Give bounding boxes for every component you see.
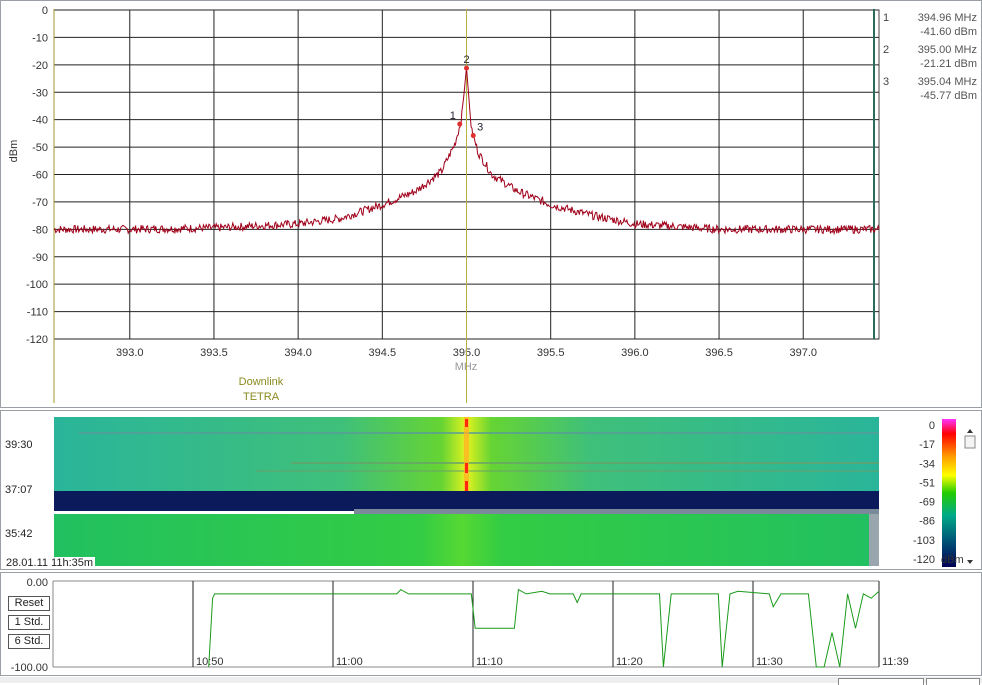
scroll-down-arrow-icon[interactable]: [967, 560, 973, 564]
marker-label: 1: [450, 110, 456, 122]
timeline-chart[interactable]: 10:50 11:00 11:10 11:20 11:30 11:39 0.00 -100…: [1, 573, 981, 675]
marker-readout-freq: 395.04 MHz: [918, 76, 977, 88]
y-tick-label: -100: [26, 279, 48, 291]
y-tick-label: -60: [32, 170, 48, 182]
marker-readout-level: -41.60 dBm: [920, 26, 977, 38]
colorbar-tick-label: -51: [919, 477, 935, 489]
colorbar-tick-label: -69: [919, 497, 935, 509]
waterfall-carrier-hot: [465, 463, 468, 473]
waterfall-gray-band: [354, 509, 879, 514]
colorbar: [942, 419, 956, 567]
waterfall-scrollbar[interactable]: [964, 427, 976, 567]
status-field[interactable]: [838, 678, 924, 685]
colorbar-tick-label: -34: [919, 458, 935, 470]
marker-readout-level: -21.21 dBm: [920, 58, 977, 70]
colorbar-unit: dBm: [941, 554, 964, 566]
x-tick-label: 396.0: [621, 347, 649, 359]
y-tick-label: -20: [32, 60, 48, 72]
waterfall-time-label: 39:30: [5, 439, 33, 451]
waterfall-carrier-hot: [465, 481, 468, 491]
waterfall-carrier-hot: [465, 419, 468, 427]
x-tick-label: 394.5: [369, 347, 397, 359]
waterfall-dark-band: [54, 491, 879, 511]
marker-label: 2: [463, 54, 469, 66]
waterfall-timestamp: 28.01.11 11h:35m: [4, 557, 96, 569]
y-axis-label: dBm: [8, 140, 20, 163]
scroll-up-arrow-icon[interactable]: [967, 429, 973, 433]
marker-point[interactable]: [464, 65, 469, 71]
timeline-tick-label: 11:00: [336, 656, 363, 668]
x-tick-label: 397.0: [789, 347, 817, 359]
reset-button[interactable]: Reset: [8, 596, 50, 611]
marker-readout-level: -45.77 dBm: [920, 90, 977, 102]
marker-readout-index: 1: [883, 12, 889, 24]
marker-point[interactable]: [470, 132, 476, 138]
y-tick-label: -120: [26, 334, 48, 346]
timeline-tick-label: 11:39: [882, 656, 909, 668]
waterfall-time-label: 35:42: [5, 528, 33, 540]
y-tick-label: -110: [27, 307, 48, 319]
timeline-y-bottom-label: -100.00: [11, 662, 48, 674]
colorbar-tick-label: -103: [913, 535, 935, 547]
y-tick-label: -90: [32, 252, 48, 264]
waterfall-right-gap: [869, 514, 879, 566]
band-label-tetra: TETRA: [243, 391, 280, 403]
spectrum-chart[interactable]: 0 -10 -20 -30 -40 -50 -60 -70 -80 -90 -100 -110 -120…: [1, 1, 981, 407]
timeline-tick-label: 11:30: [756, 656, 783, 668]
y-tick-label: -40: [32, 115, 48, 127]
waterfall-chart[interactable]: 0 -17 -34 -51 -69 -86 -103 -120 dBm: [1, 411, 981, 569]
colorbar-tick-label: -86: [919, 516, 935, 528]
y-tick-label: -80: [32, 224, 48, 236]
timeline-y-top-label: 0.00: [27, 577, 48, 589]
timeline-tick-label: 10:50: [196, 656, 224, 668]
band-label-downlink: Downlink: [239, 376, 284, 388]
y-tick-label: -70: [32, 197, 48, 209]
x-tick-label: 394.0: [284, 347, 312, 359]
marker-label: 3: [477, 121, 483, 133]
y-tick-label: -30: [32, 87, 48, 99]
colorbar-tick-label: -17: [919, 439, 935, 451]
marker-readout-freq: 395.00 MHz: [918, 44, 977, 56]
waterfall-panel: 0 -17 -34 -51 -69 -86 -103 -120 dBm 39:30 37:07 …: [0, 410, 982, 570]
marker-readout-freq: 394.96 MHz: [918, 12, 977, 24]
x-tick-label: 393.0: [116, 347, 144, 359]
status-strip: [0, 677, 982, 683]
scroll-thumb[interactable]: [964, 435, 976, 449]
y-tick-label: -50: [32, 142, 48, 154]
colorbar-tick-label: 0: [929, 420, 935, 432]
spectrum-panel: 0 -10 -20 -30 -40 -50 -60 -70 -80 -90 -100 -110 -120…: [0, 0, 982, 408]
marker-point[interactable]: [457, 121, 463, 127]
y-tick-label: 0: [42, 5, 48, 17]
x-tick-label: 393.5: [200, 347, 228, 359]
marker-readout-index: 3: [883, 76, 889, 88]
waterfall-carrier-line: [464, 417, 469, 491]
y-tick-label: -10: [32, 32, 48, 44]
status-field[interactable]: [926, 678, 980, 685]
timeline-panel: 10:50 11:00 11:10 11:20 11:30 11:39 0.00 -100…: [0, 572, 982, 676]
x-tick-label: 395.5: [537, 347, 565, 359]
x-tick-label: 396.5: [705, 347, 733, 359]
waterfall-time-label: 37:07: [5, 484, 33, 496]
waterfall-lower-band: [54, 514, 869, 566]
colorbar-tick-label: -120: [913, 554, 935, 566]
one-std-button[interactable]: 1 Std.: [8, 615, 50, 630]
six-std-button[interactable]: 6 Std.: [8, 634, 50, 649]
timeline-tick-label: 11:20: [616, 656, 643, 668]
marker-readout-index: 2: [883, 44, 889, 56]
timeline-tick-label: 11:10: [476, 656, 503, 668]
